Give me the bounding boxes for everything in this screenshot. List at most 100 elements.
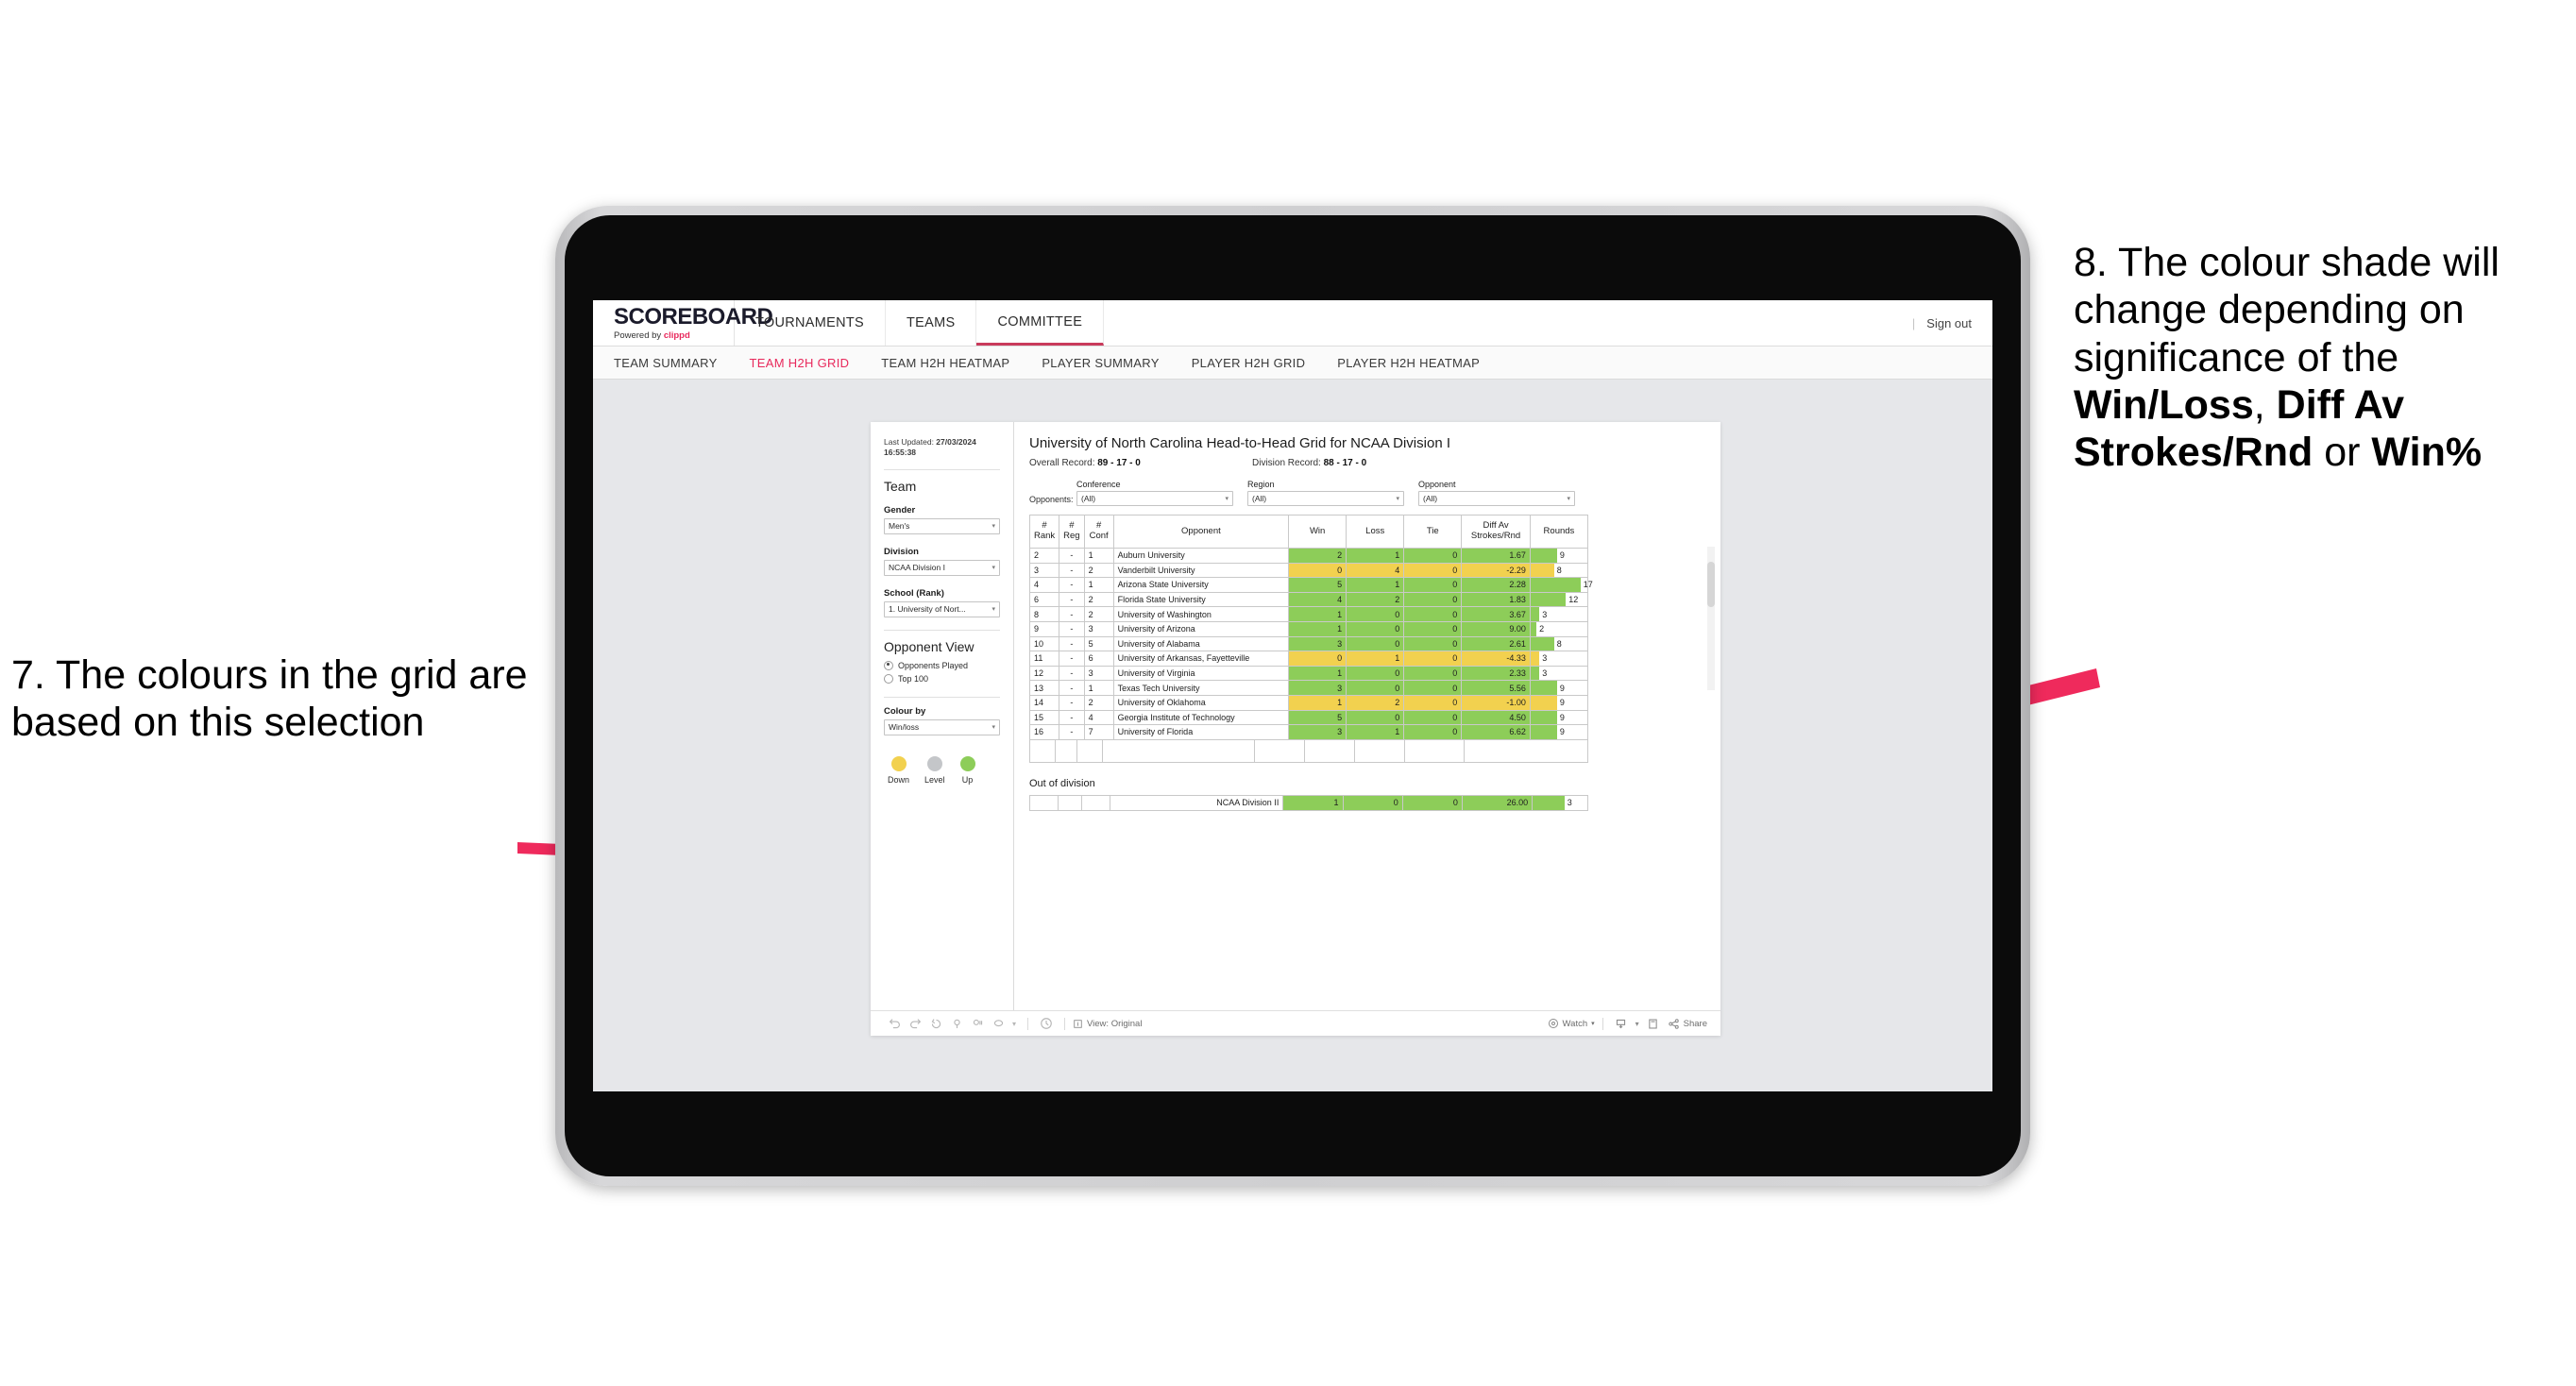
subnav-item-team-h2h-grid[interactable]: TEAM H2H GRID (750, 356, 850, 370)
col-reg[interactable]: # Reg (1059, 515, 1085, 549)
page-title: University of North Carolina Head-to-Hea… (1029, 435, 1450, 451)
last-updated: Last Updated: 27/03/2024 16:55:38 (884, 437, 1000, 459)
cell-tie: 0 (1403, 577, 1463, 593)
out-of-division-row[interactable]: NCAA Division II 1 0 0 26.00 3 (1029, 794, 1588, 811)
ood-rounds: 3 (1532, 794, 1588, 811)
cell-loss: 0 (1346, 606, 1405, 622)
rounds-bar (1530, 607, 1540, 621)
topnav-item-tournaments[interactable]: TOURNAMENTS (735, 300, 887, 346)
cell-conf: 5 (1083, 635, 1114, 652)
conference-select[interactable]: (All) ▾ (1076, 491, 1233, 506)
loop-icon[interactable] (988, 1013, 1008, 1034)
clock-icon[interactable] (1036, 1013, 1057, 1034)
cell-conf: 2 (1083, 591, 1114, 608)
cell-diff: 1.67 (1461, 548, 1531, 564)
table-row[interactable]: 11-6 University of Arkansas, Fayetteville… (1028, 651, 1589, 667)
cell-rounds: 9 (1529, 680, 1589, 696)
device-layout-icon[interactable] (1643, 1013, 1664, 1034)
subnav-item-team-summary[interactable]: TEAM SUMMARY (614, 356, 718, 370)
opponent-label: Opponent (1418, 480, 1456, 489)
cell-loss: 1 (1346, 548, 1405, 564)
revert-icon[interactable] (925, 1013, 946, 1034)
cell-tie: 0 (1403, 591, 1463, 608)
cell-reg: - (1059, 577, 1085, 593)
col-diff-av-strokes[interactable]: Diff Av Strokes/Rnd (1461, 515, 1531, 549)
sign-out-link[interactable]: Sign out (1926, 316, 1972, 330)
app-logo[interactable]: SCOREBOARD Powered by clippd (593, 300, 773, 346)
rounds-bar (1530, 681, 1557, 695)
table-row[interactable]: 4-1 Arizona State University 5 1 0 2.28 17 (1028, 577, 1593, 593)
cell-tie: 0 (1403, 724, 1463, 740)
table-row[interactable]: 13-1 Texas Tech University 3 0 0 5.56 9 (1028, 680, 1589, 696)
rounds-bar (1530, 592, 1567, 607)
division-label: Division (884, 546, 919, 557)
gender-label: Gender (884, 504, 916, 516)
download-icon[interactable] (1611, 1013, 1632, 1034)
view-original-button[interactable]: View: Original (1073, 1019, 1142, 1029)
colour-by-select[interactable]: Win/loss ▾ (884, 718, 1000, 735)
table-row[interactable]: 6-2 Florida State University 4 2 0 1.83 12 (1028, 591, 1589, 608)
cell-rounds: 9 (1529, 548, 1589, 564)
rounds-value: 9 (1559, 550, 1565, 561)
gender-select[interactable]: Men's ▾ (884, 517, 1000, 534)
col-win[interactable]: Win (1288, 515, 1347, 549)
radio-top-100[interactable]: Top 100 (884, 673, 1000, 684)
chevron-down-icon: ▾ (991, 724, 995, 732)
share-icon (1668, 1018, 1679, 1029)
cell-diff: 6.62 (1461, 724, 1531, 740)
scrollbar-thumb[interactable] (1707, 562, 1715, 607)
school-select[interactable]: 1. University of Nort... ▾ (884, 600, 1000, 617)
rounds-value: 8 (1556, 638, 1562, 649)
annotation-7: 7. The colours in the grid are based on … (11, 651, 540, 747)
watch-button[interactable]: Watch ▾ (1548, 1018, 1595, 1029)
cell-opponent: Vanderbilt University (1112, 562, 1290, 579)
chevron-down-icon[interactable]: ▾ (1632, 1013, 1643, 1034)
table-row[interactable]: 16-7 University of Florida 3 1 0 6.62 9 (1028, 724, 1589, 740)
refresh-icon[interactable] (946, 1013, 967, 1034)
conference-filter: Conference (All) ▾ (1076, 480, 1233, 506)
col-rank[interactable]: # Rank (1028, 515, 1060, 549)
undo-icon[interactable] (884, 1013, 905, 1034)
table-row[interactable]: 15-4 Georgia Institute of Technology 5 0 0 4.… (1028, 709, 1589, 726)
subnav-item-player-h2h-grid[interactable]: PLAYER H2H GRID (1192, 356, 1306, 370)
topnav-item-committee[interactable]: COMMITTEE (976, 300, 1105, 346)
subnav-item-team-h2h-heatmap[interactable]: TEAM H2H HEATMAP (881, 356, 1009, 370)
region-select[interactable]: (All) ▾ (1247, 491, 1404, 506)
pause-icon[interactable] (967, 1013, 988, 1034)
chevron-down-icon[interactable]: ▾ (1008, 1013, 1020, 1034)
subnav-item-player-summary[interactable]: PLAYER SUMMARY (1042, 356, 1159, 370)
table-row[interactable]: 9-3 University of Arizona 1 0 0 9.00 2 (1028, 620, 1589, 637)
cell-opponent: Arizona State University (1112, 577, 1290, 593)
cell-opponent: Georgia Institute of Technology (1112, 709, 1290, 726)
col-conf[interactable]: # Conf (1083, 515, 1114, 549)
col-tie[interactable]: Tie (1403, 515, 1463, 549)
topnav-item-teams[interactable]: TEAMS (886, 300, 977, 346)
table-row[interactable]: 14-2 University of Oklahoma 1 2 0 -1.00 9 (1028, 694, 1589, 711)
radio-opponents-played[interactable]: Opponents Played (884, 660, 1000, 670)
col-opponent[interactable]: Opponent (1112, 515, 1290, 549)
col-loss[interactable]: Loss (1346, 515, 1405, 549)
col-rounds[interactable]: Rounds (1529, 515, 1589, 549)
cell-tie: 0 (1403, 651, 1463, 667)
rounds-bar (1530, 636, 1554, 651)
rounds-bar (1530, 725, 1557, 739)
cell-diff: -1.00 (1461, 694, 1531, 711)
subnav-item-player-h2h-heatmap[interactable]: PLAYER H2H HEATMAP (1337, 356, 1480, 370)
table-row[interactable]: 2-1 Auburn University 2 1 0 1.67 9 (1028, 548, 1589, 564)
annotation-8-mid2: or (2313, 430, 2372, 476)
rounds-bar (1530, 666, 1540, 681)
division-select[interactable]: NCAA Division I ▾ (884, 559, 1000, 576)
cell-win: 3 (1288, 680, 1347, 696)
share-button[interactable]: Share (1668, 1018, 1707, 1030)
redo-icon[interactable] (905, 1013, 925, 1034)
table-row[interactable]: 10-5 University of Alabama 3 0 0 2.61 8 (1028, 635, 1589, 652)
overall-record: Overall Record: 89 - 17 - 0 (1029, 458, 1252, 468)
table-row[interactable]: 8-2 University of Washington 1 0 0 3.67 3 (1028, 606, 1589, 622)
rounds-value: 3 (1542, 653, 1548, 664)
opponent-select[interactable]: (All) ▾ (1418, 491, 1575, 506)
table-row[interactable]: 3-2 Vanderbilt University 0 4 0 -2.29 8 (1028, 562, 1589, 579)
legend-label-down: Down (888, 774, 910, 785)
table-row[interactable]: 12-3 University of Virginia 1 0 0 2.33 3 (1028, 665, 1589, 682)
cell-opponent: University of Arizona (1112, 620, 1290, 637)
grid-vertical-scrollbar[interactable] (1707, 547, 1715, 690)
